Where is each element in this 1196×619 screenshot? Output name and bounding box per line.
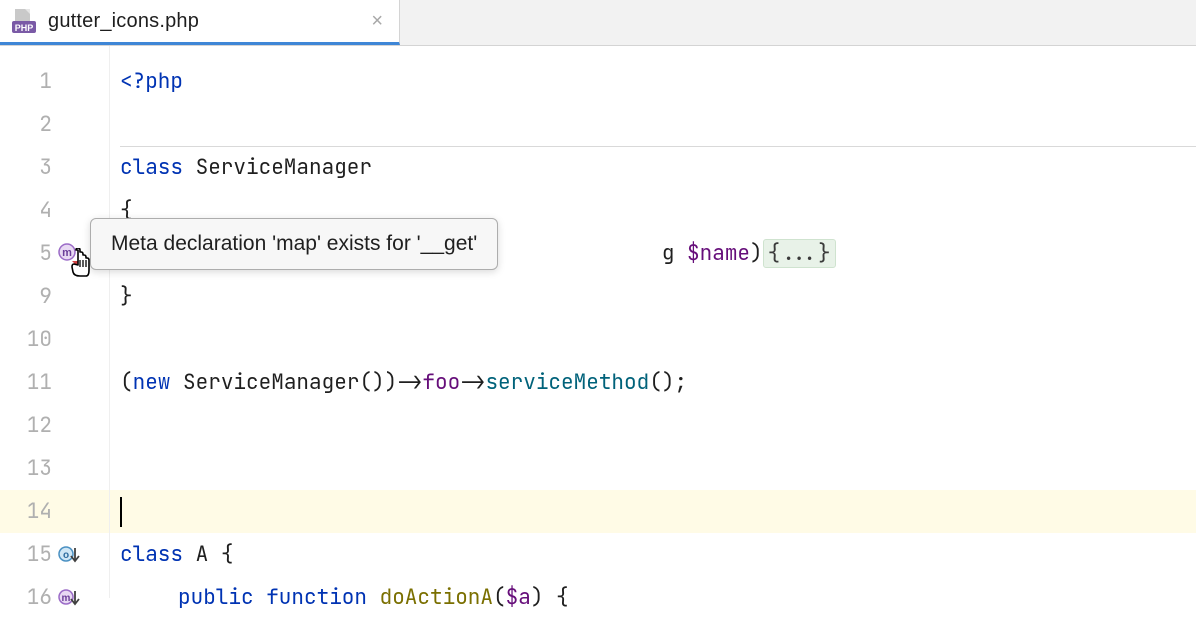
gutter: 1 2 3 4 5 m (0, 46, 110, 598)
gutter-row: 10 (0, 318, 109, 361)
gutter-row: 3 (0, 146, 109, 189)
tooltip-text: Meta declaration 'map' exists for '__get… (111, 232, 477, 255)
class-name: A (196, 541, 221, 568)
gutter-row: 14 (0, 490, 109, 533)
code-line[interactable]: (new ServiceManager())->foo->serviceMeth… (110, 361, 1196, 404)
line-number: 10 (8, 326, 52, 353)
code-line[interactable]: } (110, 275, 1196, 318)
line-number: 5 (8, 240, 52, 267)
file-tab[interactable]: PHP gutter_icons.php × (0, 0, 400, 45)
tab-filename: gutter_icons.php (48, 10, 199, 33)
text-caret (120, 497, 122, 527)
code-fold-region[interactable]: {...} (763, 239, 836, 268)
editor: 1 2 3 4 5 m (0, 46, 1196, 598)
punct: ())-> (359, 369, 422, 396)
code-line[interactable]: <?php (110, 60, 1196, 103)
gutter-row: 1 (0, 60, 109, 103)
gutter-tooltip: Meta declaration 'map' exists for '__get… (90, 218, 498, 270)
gutter-row: 15 o (0, 533, 109, 576)
brace: { (221, 541, 234, 568)
keyword-class: class (120, 154, 196, 181)
close-icon[interactable]: × (371, 11, 383, 31)
punct: (); (649, 369, 687, 396)
code-area[interactable]: <?php class ServiceManager { Meta declar… (110, 46, 1196, 598)
override-icon[interactable]: o (58, 544, 80, 566)
pointer-cursor-icon (68, 248, 96, 285)
gutter-row: 2 (0, 103, 109, 146)
line-number: 11 (8, 369, 52, 396)
svg-text:PHP: PHP (15, 23, 34, 33)
gutter-row: 12 (0, 404, 109, 447)
paren: ( (120, 369, 133, 396)
svg-text:o: o (63, 550, 69, 561)
code-line[interactable]: class ServiceManager (110, 146, 1196, 189)
horizontal-rule (120, 146, 1196, 147)
gutter-row: 11 (0, 361, 109, 404)
line-number: 3 (8, 154, 52, 181)
php-open-tag: <?php (120, 68, 183, 95)
line-number: 13 (8, 455, 52, 482)
variable: $name (687, 240, 750, 267)
code-line[interactable] (110, 447, 1196, 490)
class-name: ServiceManager (196, 154, 372, 181)
method-call: serviceMethod (485, 369, 649, 396)
line-number: 2 (8, 111, 52, 138)
line-number: 9 (8, 283, 52, 310)
brace: } (120, 283, 133, 310)
keyword-new: new (133, 369, 183, 396)
code-line-current[interactable] (110, 490, 1196, 533)
tab-bar: PHP gutter_icons.php × (0, 0, 1196, 46)
paren: ) (750, 240, 763, 267)
code-line[interactable]: class A { (110, 533, 1196, 576)
code-line[interactable] (110, 103, 1196, 146)
code-fragment: g (662, 240, 687, 267)
code-line[interactable] (110, 404, 1196, 447)
line-number: 14 (8, 498, 52, 525)
gutter-row: 13 (0, 447, 109, 490)
line-number: 4 (8, 197, 52, 224)
line-number: 1 (8, 68, 52, 95)
keyword-class: class (120, 541, 196, 568)
code-line[interactable] (110, 318, 1196, 361)
property: foo (422, 369, 460, 396)
php-file-icon: PHP (10, 7, 38, 35)
arrow: -> (460, 369, 485, 396)
line-number: 15 (8, 541, 52, 568)
class-name: ServiceManager (183, 369, 359, 396)
line-number: 12 (8, 412, 52, 439)
svg-text:m: m (62, 593, 71, 604)
